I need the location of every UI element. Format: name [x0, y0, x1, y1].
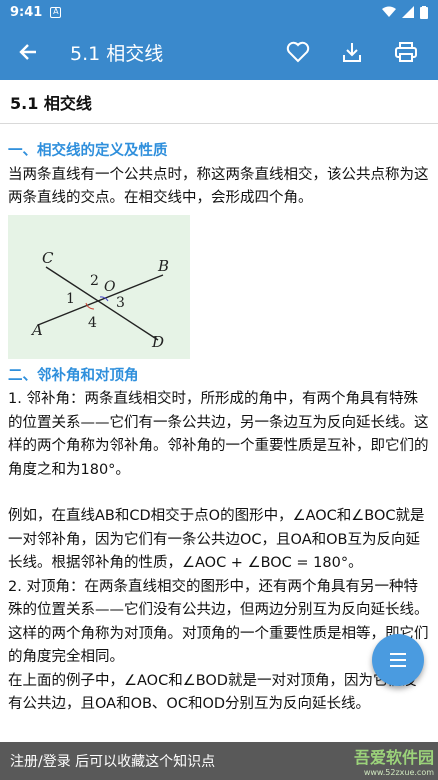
figure-label: 2 [90, 273, 99, 289]
back-button[interactable] [0, 24, 56, 80]
paragraph: 2. 对顶角：在两条直线相交的图形中，还有两个角具有另一种特殊的位置关系——它们… [8, 578, 429, 666]
outline-fab-button[interactable] [372, 634, 424, 686]
status-time: 9:41 [10, 4, 43, 20]
arrow-back-icon [19, 44, 36, 60]
login-prompt-text: 注册/登录 后可以收藏这个知识点 [10, 754, 216, 770]
menu-list-icon [390, 653, 406, 667]
intersecting-lines-figure: C B A D O 1 2 3 4 [8, 214, 190, 359]
download-button[interactable] [328, 28, 376, 76]
paragraph: 例如，在直线AB和CD相交于点O的图形中，∠AOC和∠BOC就是一对邻补角，因为… [8, 508, 425, 571]
watermark-url: www.52zxue.com [363, 768, 434, 777]
app-bar-actions [274, 28, 430, 76]
download-icon [343, 43, 361, 62]
battery-icon [420, 5, 428, 19]
figure-label: 3 [116, 295, 125, 311]
print-button[interactable] [382, 28, 430, 76]
figure-label: O [104, 279, 116, 295]
heart-icon [286, 41, 310, 63]
paragraph: 1. 邻补角：两条直线相交时，所形成的角中，有两个角具有特殊的位置关系——它们有… [8, 391, 429, 478]
figure-label: D [151, 333, 164, 351]
signal-icon [402, 6, 414, 18]
watermark-logo: 吾爱软件园 www.52zxue.com [354, 744, 434, 777]
article-content: 一、相交线的定义及性质 当两条直线有一个公共点时，称这两条直线相交，该公共点称为… [0, 124, 438, 717]
figure-label: 1 [66, 291, 75, 307]
figure-label: 4 [88, 315, 97, 331]
status-icons [382, 5, 428, 19]
paragraph: 当两条直线有一个公共点时，称这两条直线相交，该公共点称为这两条直线的交点。在相交… [8, 166, 429, 207]
wifi-icon [382, 6, 396, 17]
app-bar: 5.1 相交线 [0, 24, 438, 80]
section-heading: 一、相交线的定义及性质 [8, 143, 168, 159]
watermark-name: 吾爱软件园 [353, 748, 434, 767]
page-title: 5.1 相交线 [0, 80, 438, 124]
paragraph: 在上面的例子中，∠AOC和∠BOD就是一对对顶角，因为它们没有公共边，且OA和O… [8, 672, 417, 713]
figure-label: B [157, 257, 169, 275]
status-bar: 9:41 A [0, 0, 438, 24]
app-bar-title: 5.1 相交线 [70, 42, 164, 65]
favorite-button[interactable] [274, 28, 322, 76]
figure-label: A [30, 321, 43, 339]
printer-icon [395, 42, 417, 62]
section-heading: 二、邻补角和对顶角 [8, 367, 139, 384]
notification-icon: A [50, 6, 62, 18]
figure-label: C [42, 249, 54, 267]
